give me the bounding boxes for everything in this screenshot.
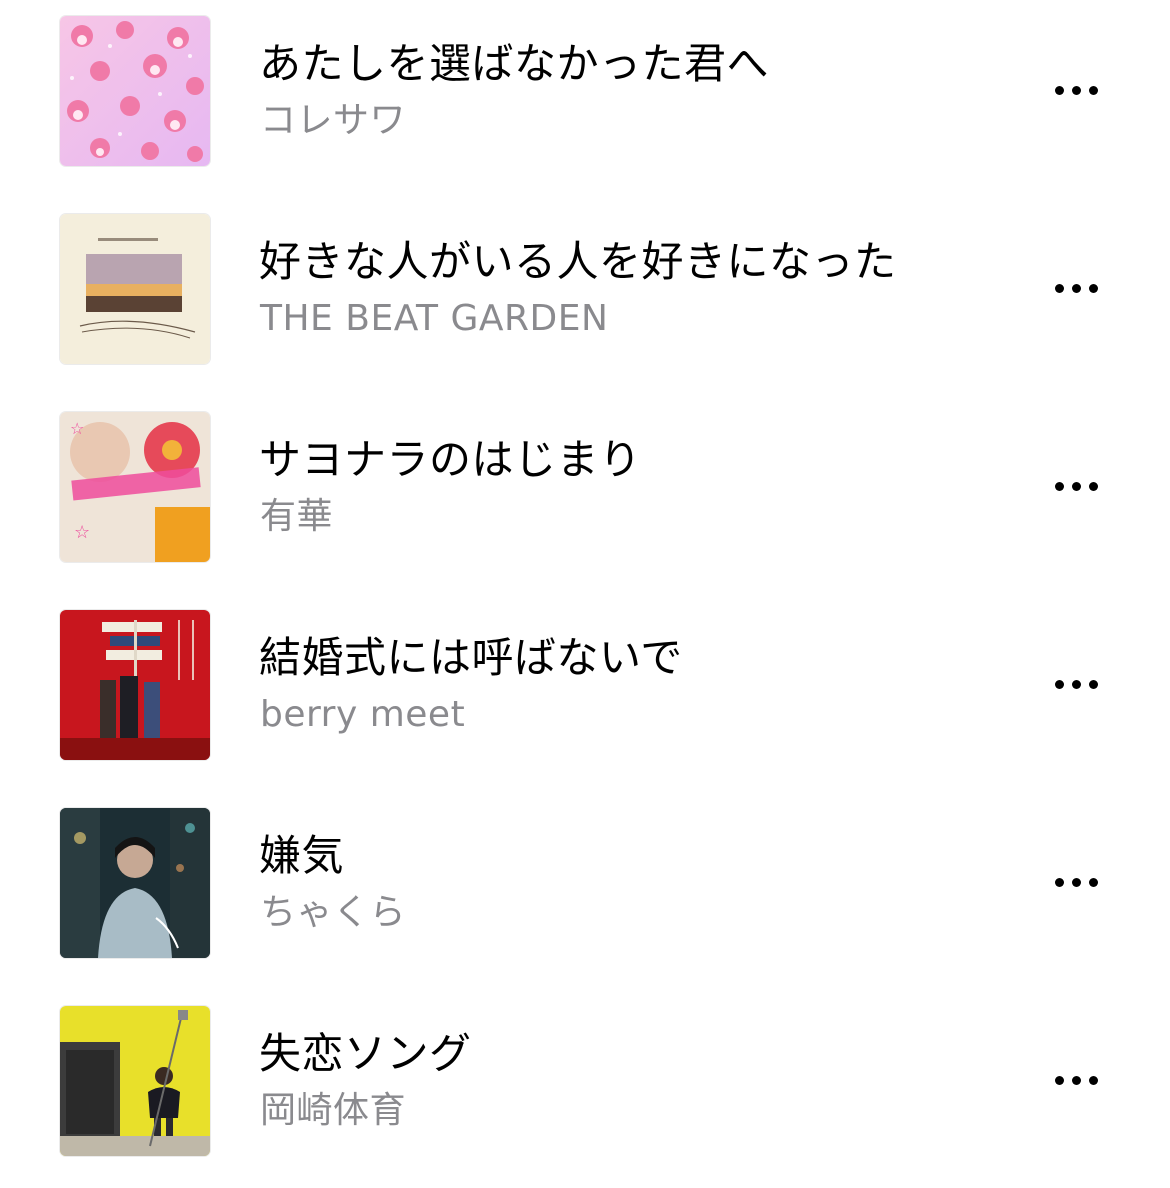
song-artist: berry meet [260,694,466,735]
ellipsis-dot [1088,679,1098,689]
ellipsis-icon [1054,481,1064,491]
ellipsis-dot [1088,283,1098,293]
more-options-button[interactable] [1040,1052,1112,1108]
ellipsis-dot [1071,85,1081,95]
song-artist: ちゃくら [260,892,407,933]
album-artwork [60,1006,210,1156]
song-list: あたしを選ばなかった君へ コレサワ 好きな人がいる人を好きになった THE BE… [0,0,1170,1184]
song-title: あたしを選ばなかった君へ [259,39,770,88]
ellipsis-dot [1071,283,1081,293]
ellipsis-dot [1088,1075,1098,1085]
ellipsis-dot [1088,877,1098,887]
more-options-button[interactable] [1040,62,1112,118]
ellipsis-dot [1071,679,1081,689]
song-row[interactable]: あたしを選ばなかった君へ コレサワ [0,0,1170,198]
song-row[interactable]: 失恋ソング 岡崎体育 [0,990,1170,1188]
album-artwork: ☆ ☆ [60,412,210,562]
song-row[interactable]: 結婚式には呼ばないで berry meet [0,594,1170,792]
song-artist: THE BEAT GARDEN [260,298,609,339]
song-title: 失恋ソング [259,1029,472,1078]
song-title: 好きな人がいる人を好きになった [259,237,897,286]
album-artwork [60,16,210,166]
ellipsis-dot [1071,877,1081,887]
ellipsis-dot [1071,481,1081,491]
song-artist: 岡崎体育 [260,1090,407,1131]
song-artist: 有華 [260,496,334,537]
album-artwork [60,610,210,760]
ellipsis-icon [1054,877,1064,887]
album-artwork [60,808,210,958]
song-title: 嫌気 [259,831,345,880]
song-title: サヨナラのはじまり [259,435,642,484]
ellipsis-icon [1054,283,1064,293]
ellipsis-dot [1088,85,1098,95]
svg-text:☆: ☆ [74,522,90,543]
more-options-button[interactable] [1040,458,1112,514]
song-row[interactable]: ☆ ☆ サヨナラのはじまり 有華 [0,396,1170,594]
ellipsis-icon [1054,1075,1064,1085]
more-options-button[interactable] [1040,854,1112,910]
song-artist: コレサワ [260,100,407,141]
more-options-button[interactable] [1040,260,1112,316]
song-row[interactable]: 嫌気 ちゃくら [0,792,1170,990]
more-options-button[interactable] [1040,656,1112,712]
album-artwork [60,214,210,364]
ellipsis-dot [1071,1075,1081,1085]
ellipsis-icon [1054,679,1064,689]
song-title: 結婚式には呼ばないで [259,633,683,682]
ellipsis-dot [1088,481,1098,491]
song-row[interactable]: 好きな人がいる人を好きになった THE BEAT GARDEN [0,198,1170,396]
svg-text:☆: ☆ [70,419,84,438]
ellipsis-icon [1054,85,1064,95]
